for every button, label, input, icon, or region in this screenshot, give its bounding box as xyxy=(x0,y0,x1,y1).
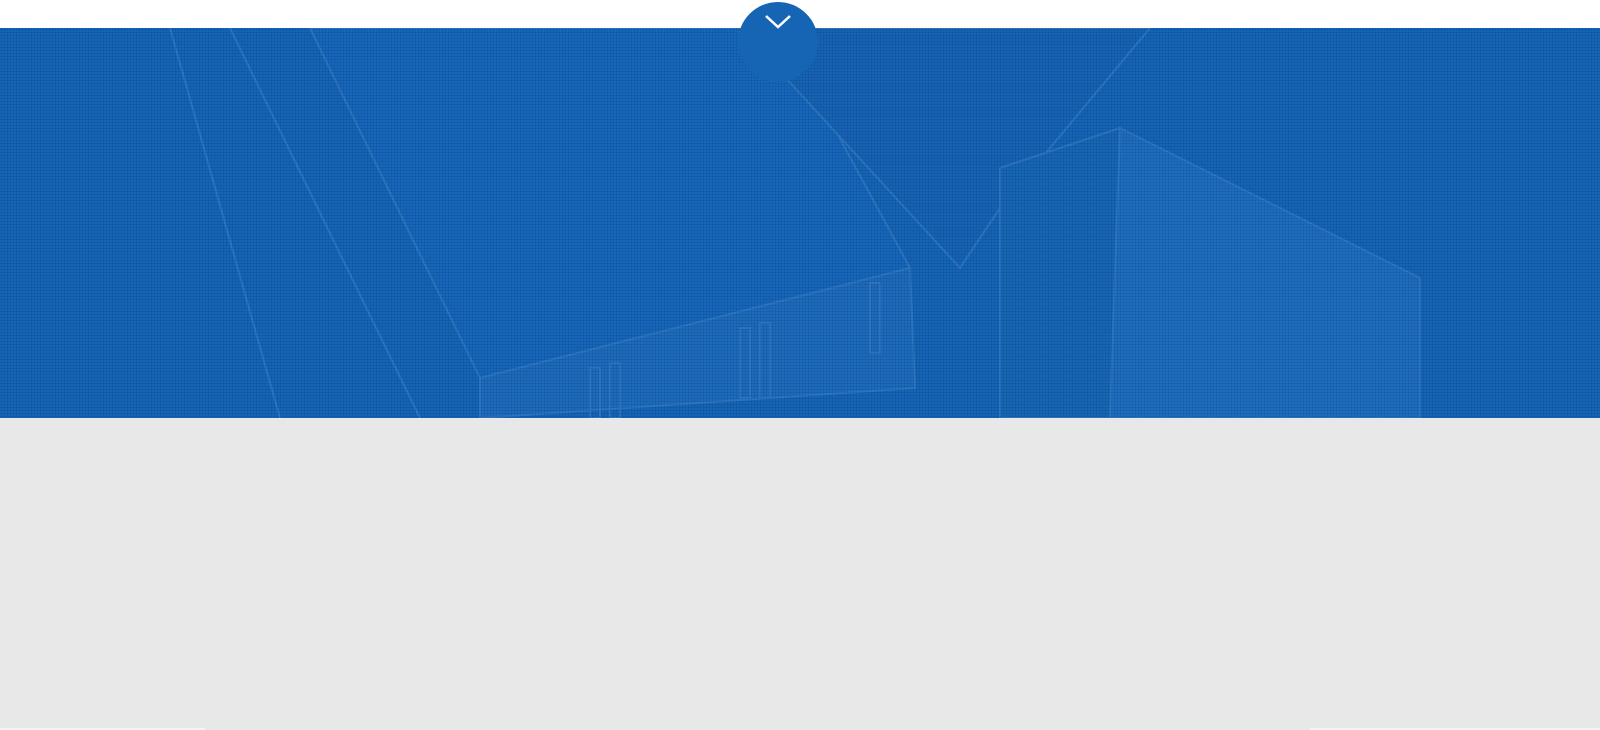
content-area xyxy=(0,418,1600,730)
dot-texture xyxy=(0,28,1600,418)
hero-banner xyxy=(0,28,1600,418)
scroll-down-button[interactable] xyxy=(738,2,818,82)
chevron-down-icon xyxy=(765,15,791,29)
